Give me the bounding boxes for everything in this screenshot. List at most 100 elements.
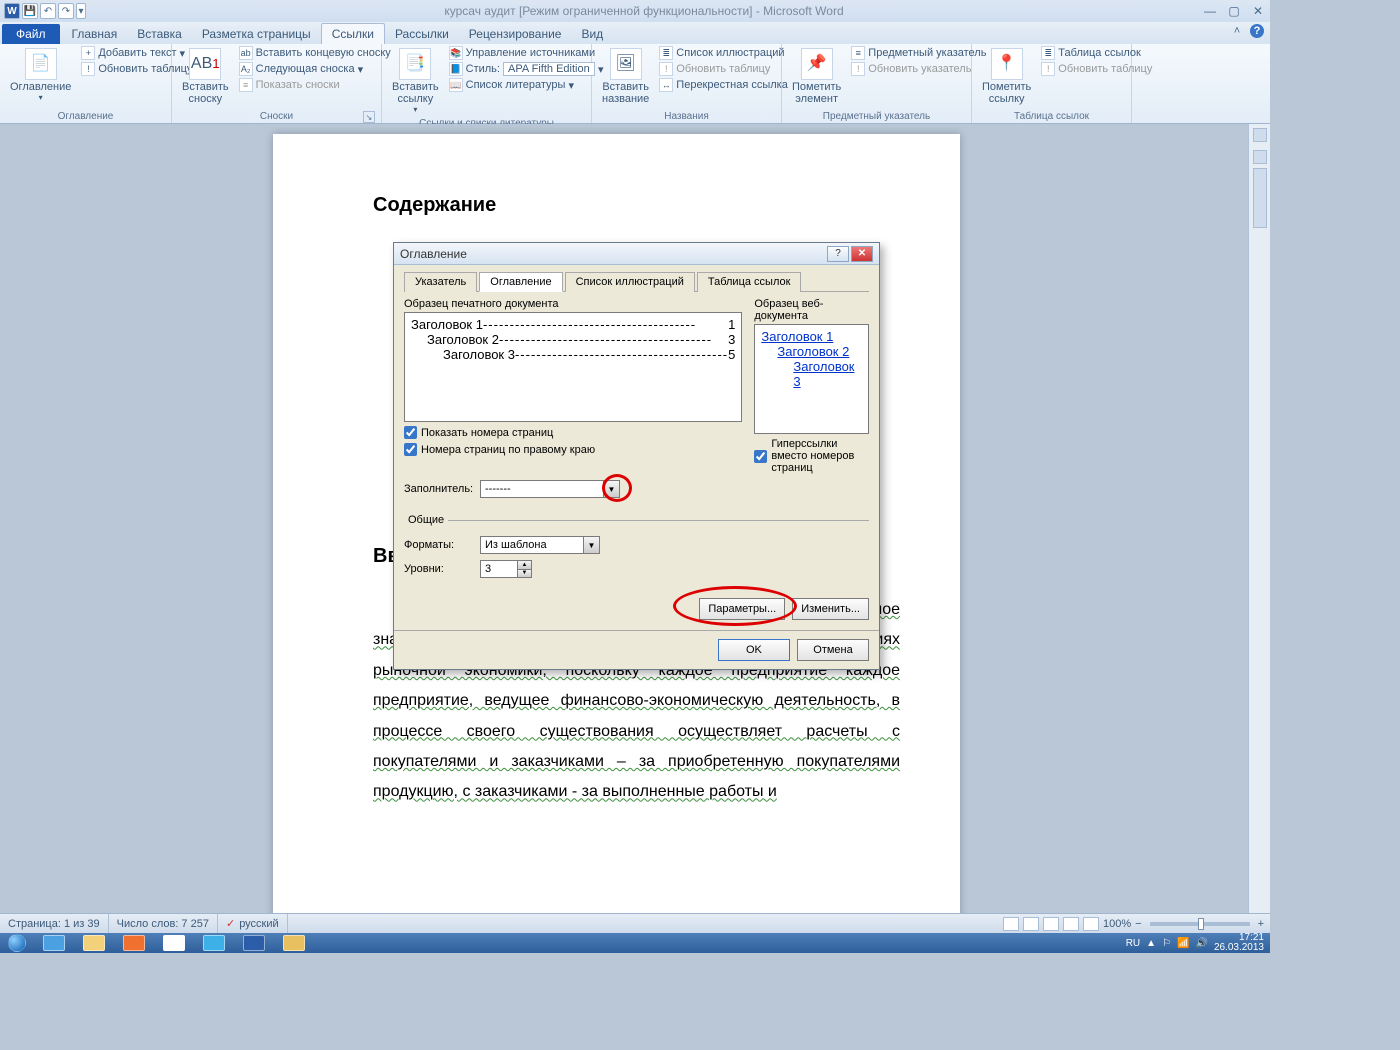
endnote-icon: ab [239,46,253,60]
formats-combo[interactable]: Из шаблона ▼ [480,536,600,554]
taskbar-chrome[interactable] [154,933,194,953]
chk-hyperlinks[interactable] [754,450,767,463]
show-footnotes-button[interactable]: ≡Показать сноски [237,78,393,92]
dialog-close-icon[interactable]: ✕ [851,246,873,262]
update-index-button[interactable]: !Обновить указатель [849,62,988,76]
status-page[interactable]: Страница: 1 из 39 [0,914,109,933]
chk-show-pages-label: Показать номера страниц [421,427,553,439]
mark-entry-button[interactable]: 📌 Пометить элемент [788,46,845,107]
status-lang[interactable]: ✓русский [218,914,288,933]
tray-up-icon[interactable]: ▲ [1146,938,1156,949]
mark-citation-button[interactable]: 📍 Пометить ссылку [978,46,1035,107]
citation-style-select[interactable]: 📘Стиль: APA Fifth Edition ▾ [447,62,606,76]
zoom-slider[interactable] [1150,922,1250,926]
tray-lang[interactable]: RU [1126,938,1140,949]
dlg-tab-toc[interactable]: Оглавление [479,272,562,292]
windows-icon [8,934,26,952]
footnotes-dialog-icon[interactable]: ↘ [363,111,375,123]
chk-right-align[interactable] [404,443,417,456]
print-preview[interactable]: Заголовок 1-----------------------------… [404,312,742,422]
view-outline-icon[interactable] [1063,917,1079,931]
spin-up-icon[interactable]: ▲ [517,561,531,570]
view-print-icon[interactable] [1003,917,1019,931]
update-figures-button[interactable]: !Обновить таблицу [657,62,790,76]
undo-icon[interactable]: ↶ [40,3,56,19]
dialog-titlebar[interactable]: Оглавление ? ✕ [394,243,879,265]
scroll-up-icon[interactable] [1253,150,1267,164]
minimize-icon[interactable]: ― [1202,4,1218,18]
insert-footnote-button[interactable]: AB1 Вставить сноску [178,46,233,107]
start-button[interactable] [0,933,34,953]
zoom-in-icon[interactable]: + [1258,918,1264,930]
ok-button[interactable]: OK [718,639,790,661]
insert-index-button[interactable]: ≡Предметный указатель [849,46,988,60]
bibliography-button[interactable]: 📖Список литературы ▾ [447,78,606,92]
dialog-help-icon[interactable]: ? [827,246,849,262]
tab-references[interactable]: Ссылки [321,23,385,44]
web-preview[interactable]: Заголовок 1Заголовок 2Заголовок 3 [754,324,869,434]
add-text-icon: + [81,46,95,60]
dlg-tab-index[interactable]: Указатель [404,272,477,292]
params-button[interactable]: Параметры... [699,598,785,620]
insert-endnote-button[interactable]: abВставить концевую сноску [237,46,393,60]
dlg-tab-figures[interactable]: Список иллюстраций [565,272,695,292]
group-index-label: Предметный указатель [788,110,965,123]
ribbon: 📄 Оглавление ▾ +Добавить текст ▾ !Обнови… [0,44,1270,124]
levels-label: Уровни: [404,563,474,575]
manage-sources-button[interactable]: 📚Управление источниками [447,46,606,60]
taskbar-ie[interactable] [34,933,74,953]
insert-citation-button[interactable]: 📑 Вставить ссылку ▾ [388,46,443,117]
document-page[interactable]: Содержание Оглавление ? ✕ Указатель Огла… [273,134,960,913]
maximize-icon[interactable]: ▢ [1226,4,1242,18]
ribbon-minimize-icon[interactable]: ˄ [1230,24,1244,38]
tab-file[interactable]: Файл [2,24,60,44]
status-words[interactable]: Число слов: 7 257 [109,914,218,933]
zoom-out-icon[interactable]: − [1135,918,1141,930]
view-draft-icon[interactable] [1083,917,1099,931]
authorities-table-button[interactable]: ≣Таблица ссылок [1039,46,1154,60]
folder-icon [83,935,105,951]
spin-down-icon[interactable]: ▼ [517,570,531,578]
toc-button[interactable]: 📄 Оглавление ▾ [6,46,75,105]
tray-network-icon[interactable]: 📶 [1177,938,1189,949]
taskbar-word[interactable] [234,933,274,953]
next-footnote-button[interactable]: A₂Следующая сноска ▾ [237,62,393,76]
tab-layout[interactable]: Разметка страницы [192,24,321,44]
tab-insert[interactable]: Вставка [127,24,192,44]
cancel-button[interactable]: Отмена [797,639,869,661]
taskbar-media[interactable] [114,933,154,953]
help-icon[interactable]: ? [1250,24,1264,38]
update-authorities-button[interactable]: !Обновить таблицу [1039,62,1154,76]
tray-clock[interactable]: 17:21 26.03.2013 [1214,933,1264,953]
figures-list-button[interactable]: ≣Список иллюстраций [657,46,790,60]
tray-flag-icon[interactable]: ⚐ [1162,938,1171,949]
redo-icon[interactable]: ↷ [58,3,74,19]
taskbar-paint[interactable] [274,933,314,953]
tab-home[interactable]: Главная [62,24,128,44]
dlg-tab-authorities[interactable]: Таблица ссылок [697,272,802,292]
modify-button[interactable]: Изменить... [792,598,869,620]
tab-review[interactable]: Рецензирование [459,24,572,44]
zoom-value[interactable]: 100% [1103,918,1131,930]
taskbar-skype[interactable] [194,933,234,953]
save-icon[interactable]: 💾 [22,3,38,19]
cross-reference-button[interactable]: ↔Перекрестная ссылка [657,78,790,92]
scrollbar-thumb[interactable] [1253,168,1267,228]
side-panel [1248,124,1270,913]
tab-view[interactable]: Вид [571,24,613,44]
tab-mailings[interactable]: Рассылки [385,24,459,44]
index-icon: ≡ [851,46,865,60]
chevron-down-icon[interactable]: ▼ [583,537,599,553]
leader-combo[interactable]: ------- ▼ [480,480,620,498]
taskbar-explorer[interactable] [74,933,114,953]
qat-more-icon[interactable]: ▾ [76,3,86,19]
chevron-down-icon[interactable]: ▼ [603,481,619,497]
view-web-icon[interactable] [1043,917,1059,931]
tray-sound-icon[interactable]: 🔊 [1195,938,1207,949]
close-icon[interactable]: ✕ [1250,4,1266,18]
insert-caption-button[interactable]: 🖼 Вставить название [598,46,653,107]
levels-spinner[interactable]: 3 ▲▼ [480,560,532,578]
view-read-icon[interactable] [1023,917,1039,931]
ruler-toggle-icon[interactable] [1253,128,1267,142]
chk-show-pages[interactable] [404,426,417,439]
